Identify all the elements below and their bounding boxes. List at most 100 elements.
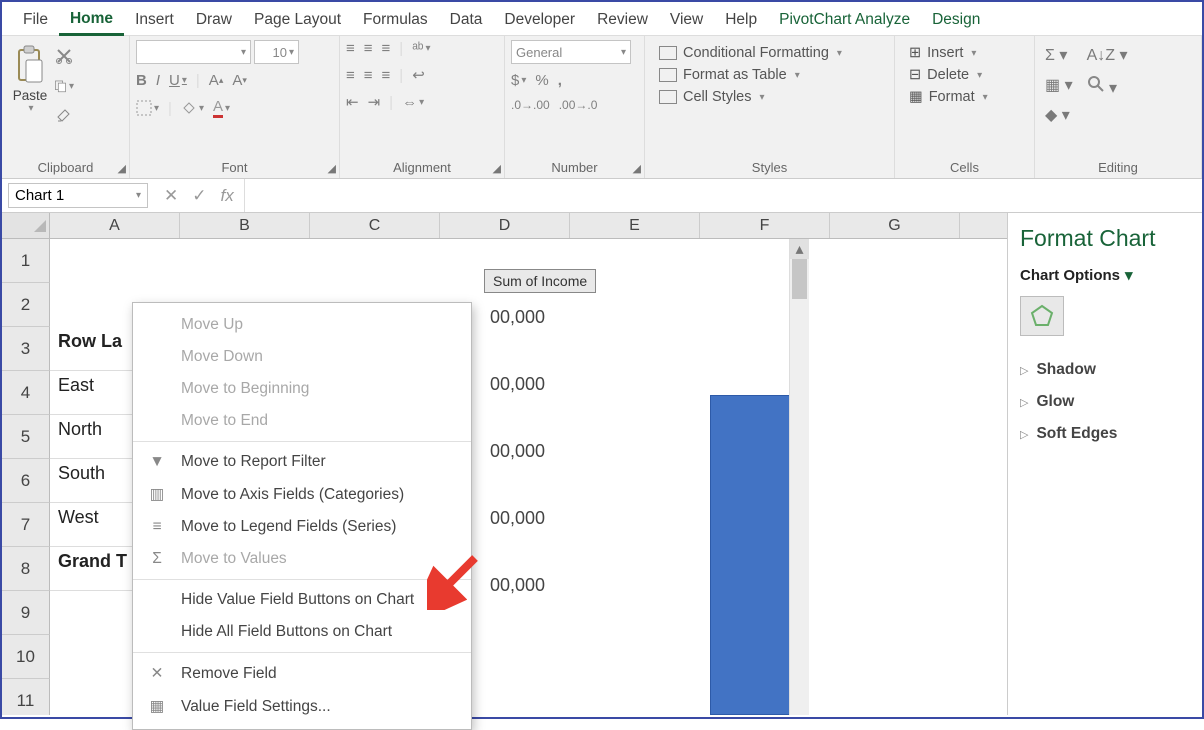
scroll-thumb[interactable] <box>792 259 807 299</box>
autosum-icon[interactable]: Σ ▾ <box>1045 45 1073 65</box>
row-header[interactable]: 4 <box>2 371 50 415</box>
format-painter-icon[interactable] <box>54 106 74 126</box>
row-header[interactable]: 7 <box>2 503 50 547</box>
glow-section[interactable]: ▷Glow <box>1020 386 1190 418</box>
menu-hide-all-buttons[interactable]: Hide All Field Buttons on Chart <box>133 616 471 648</box>
borders-icon[interactable]: ▾ <box>136 100 159 116</box>
row-header[interactable]: 8 <box>2 547 50 591</box>
pivot-chart[interactable]: Sum of Income 00,000 00,000 00,000 00,00… <box>390 247 1000 707</box>
row-header[interactable]: 2 <box>2 283 50 327</box>
select-all-corner[interactable] <box>2 213 50 238</box>
col-header-a[interactable]: A <box>50 213 180 238</box>
soft-edges-section[interactable]: ▷Soft Edges <box>1020 418 1190 450</box>
fx-icon[interactable]: fx <box>221 186 234 206</box>
row-header[interactable]: 1 <box>2 239 50 283</box>
name-box[interactable]: Chart 1▾ <box>8 183 148 208</box>
row-header[interactable]: 11 <box>2 679 50 715</box>
tab-view[interactable]: View <box>659 6 714 34</box>
fill-icon[interactable]: ▦ ▾ <box>1045 75 1073 95</box>
decrease-font-icon[interactable]: A▾ <box>232 72 247 89</box>
row-header[interactable]: 6 <box>2 459 50 503</box>
tab-home[interactable]: Home <box>59 5 124 36</box>
col-header-c[interactable]: C <box>310 213 440 238</box>
fill-color-icon[interactable]: ▾ <box>181 100 204 116</box>
scroll-up-icon[interactable]: ▴ <box>790 239 809 259</box>
menu-value-field-settings[interactable]: ▦Value Field Settings... <box>133 690 471 723</box>
increase-font-icon[interactable]: A▴ <box>209 72 224 89</box>
effects-tab-icon[interactable] <box>1020 296 1064 336</box>
tab-formulas[interactable]: Formulas <box>352 6 439 34</box>
menu-move-legend-fields[interactable]: ≡Move to Legend Fields (Series) <box>133 511 471 543</box>
row-header[interactable]: 5 <box>2 415 50 459</box>
formula-input[interactable] <box>244 179 1202 212</box>
col-header-b[interactable]: B <box>180 213 310 238</box>
font-color-icon[interactable]: A▾ <box>213 98 230 118</box>
menu-move-axis-fields[interactable]: ▥Move to Axis Fields (Categories) <box>133 478 471 511</box>
col-header-e[interactable]: E <box>570 213 700 238</box>
cut-icon[interactable] <box>54 46 74 66</box>
sort-filter-icon[interactable]: A↓Z ▾ <box>1087 45 1128 65</box>
cell-styles-button[interactable]: Cell Styles▾ <box>659 89 765 105</box>
row-header[interactable]: 10 <box>2 635 50 679</box>
align-middle-icon[interactable]: ≡ <box>364 40 373 57</box>
bold-button[interactable]: B <box>136 72 147 89</box>
number-format-select[interactable]: General▾ <box>511 40 631 64</box>
align-center-icon[interactable]: ≡ <box>364 67 373 84</box>
shadow-section[interactable]: ▷Shadow <box>1020 354 1190 386</box>
font-name-select[interactable]: ▾ <box>136 40 251 64</box>
menu-remove-field[interactable]: ✕Remove Field <box>133 657 471 690</box>
tab-file[interactable]: File <box>12 6 59 34</box>
menu-hide-value-buttons[interactable]: Hide Value Field Buttons on Chart <box>133 584 471 616</box>
insert-cells-button[interactable]: ⊞Insert▾ <box>909 45 976 61</box>
increase-decimal-icon[interactable]: .0→.00 <box>511 98 550 112</box>
format-as-table-button[interactable]: Format as Table▾ <box>659 67 800 83</box>
dialog-launcher-icon[interactable]: ◢ <box>118 162 126 175</box>
percent-icon[interactable]: % <box>535 72 548 89</box>
tab-developer[interactable]: Developer <box>493 6 586 34</box>
tab-pivotchart-analyze[interactable]: PivotChart Analyze <box>768 6 921 34</box>
chart-value-field-button[interactable]: Sum of Income <box>484 269 596 293</box>
cancel-formula-icon[interactable]: ✕ <box>164 186 178 206</box>
decrease-decimal-icon[interactable]: .00→.0 <box>559 98 598 112</box>
tab-help[interactable]: Help <box>714 6 768 34</box>
comma-style-icon[interactable]: , <box>558 72 562 89</box>
tab-insert[interactable]: Insert <box>124 6 185 34</box>
copy-icon[interactable]: ▾ <box>54 76 74 96</box>
orientation-icon[interactable]: ᵃᵇ▾ <box>412 40 430 57</box>
decrease-indent-icon[interactable]: ⇤ <box>346 93 359 111</box>
dialog-launcher-icon[interactable]: ◢ <box>493 162 501 175</box>
conditional-formatting-button[interactable]: Conditional Formatting▾ <box>659 45 842 61</box>
merge-center-icon[interactable]: ⇔▾ <box>402 94 424 111</box>
align-bottom-icon[interactable]: ≡ <box>382 40 391 57</box>
font-size-select[interactable]: 10▾ <box>254 40 299 64</box>
tab-page-layout[interactable]: Page Layout <box>243 6 352 34</box>
tab-draw[interactable]: Draw <box>185 6 243 34</box>
chart-options-dropdown[interactable]: Chart Options▾ <box>1020 266 1190 284</box>
wrap-text-icon[interactable]: ↩ <box>412 66 425 84</box>
tab-review[interactable]: Review <box>586 6 659 34</box>
align-right-icon[interactable]: ≡ <box>382 67 391 84</box>
find-select-icon[interactable]: ▾ <box>1087 75 1128 98</box>
col-header-g[interactable]: G <box>830 213 960 238</box>
row-header[interactable]: 9 <box>2 591 50 635</box>
underline-button[interactable]: U▾ <box>169 72 187 89</box>
italic-button[interactable]: I <box>156 72 160 89</box>
currency-icon[interactable]: $▾ <box>511 72 526 89</box>
paste-button[interactable]: Paste ▾ <box>8 40 52 118</box>
tab-data[interactable]: Data <box>439 6 494 34</box>
clear-icon[interactable]: ◆ ▾ <box>1045 105 1073 125</box>
menu-move-report-filter[interactable]: ▼Move to Report Filter <box>133 446 471 478</box>
row-header[interactable]: 3 <box>2 327 50 371</box>
col-header-f[interactable]: F <box>700 213 830 238</box>
tab-design[interactable]: Design <box>921 6 991 34</box>
delete-cells-button[interactable]: ⊟Delete▾ <box>909 67 982 83</box>
format-cells-button[interactable]: ▦Format▾ <box>909 89 988 105</box>
align-top-icon[interactable]: ≡ <box>346 40 355 57</box>
dialog-launcher-icon[interactable]: ◢ <box>328 162 336 175</box>
chart-bar[interactable] <box>710 395 792 715</box>
vertical-scrollbar[interactable]: ▴ <box>789 239 809 715</box>
increase-indent-icon[interactable]: ⇥ <box>368 93 381 111</box>
enter-formula-icon[interactable]: ✓ <box>192 186 206 206</box>
dialog-launcher-icon[interactable]: ◢ <box>633 162 641 175</box>
align-left-icon[interactable]: ≡ <box>346 67 355 84</box>
